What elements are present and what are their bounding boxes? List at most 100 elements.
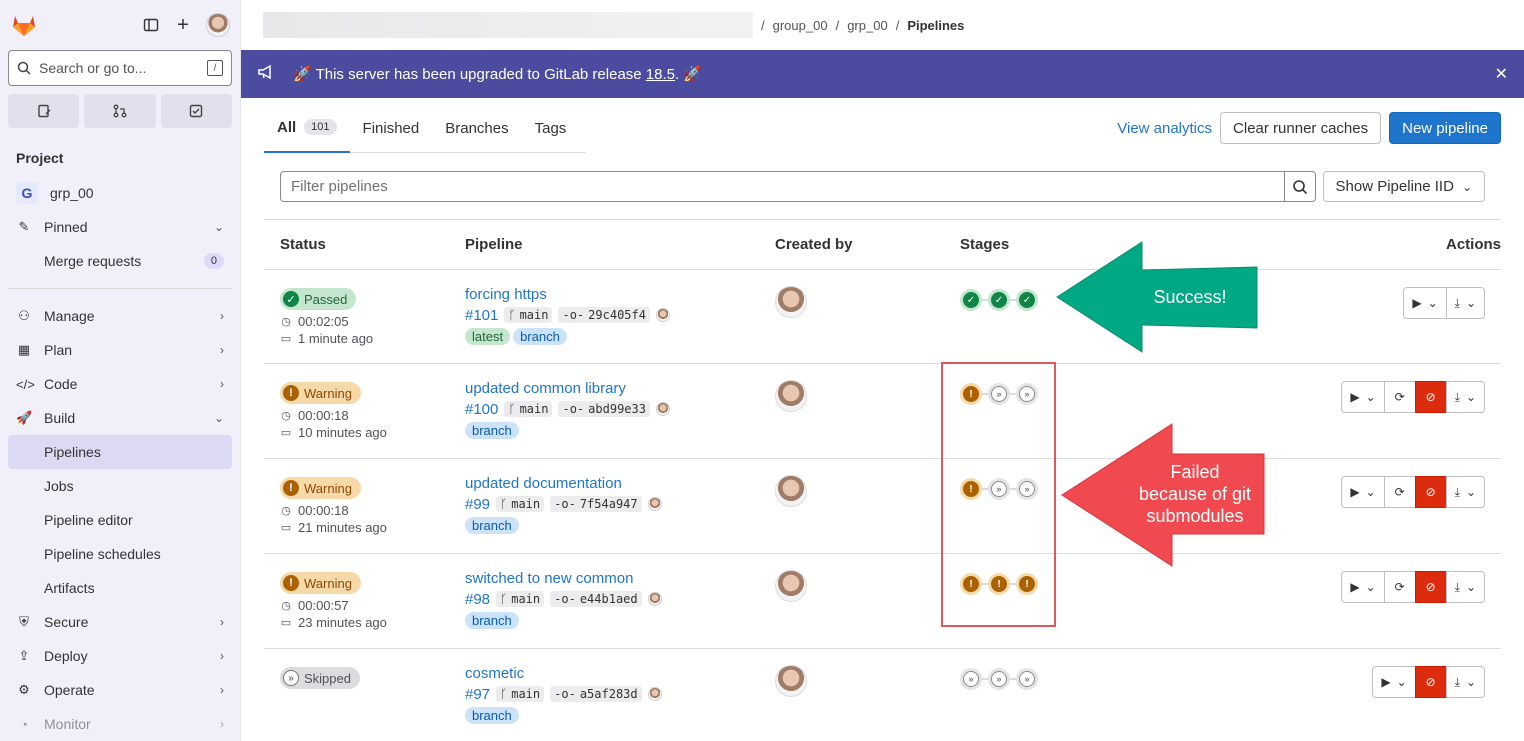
- cancel-button[interactable]: ⊘: [1414, 666, 1447, 698]
- status-badge[interactable]: ✓ Passed: [280, 288, 357, 310]
- download-artifacts-button[interactable]: ⤓ ⌄: [1445, 666, 1485, 698]
- download-artifacts-button[interactable]: ⤓ ⌄: [1445, 381, 1485, 413]
- run-manual-job-button[interactable]: ▶ ⌄: [1372, 666, 1416, 698]
- commit-author-avatar[interactable]: [655, 308, 670, 322]
- sidebar-item-manage[interactable]: ⚇ Manage ›: [0, 299, 240, 333]
- duration-text: 00:00:18: [298, 503, 349, 518]
- commit-author-avatar[interactable]: [647, 687, 662, 701]
- stage-skipped[interactable]: »: [988, 668, 1010, 690]
- run-manual-job-button[interactable]: ▶ ⌄: [1341, 476, 1385, 508]
- commit-sha[interactable]: -o-e44b1aed: [550, 591, 642, 607]
- pipeline-title-link[interactable]: cosmetic: [465, 665, 662, 684]
- download-artifacts-button[interactable]: ⤓ ⌄: [1445, 571, 1485, 603]
- pipeline-id-link[interactable]: #100: [465, 401, 498, 418]
- creator-avatar[interactable]: [775, 380, 807, 412]
- finished-time: ▭ 10 minutes ago: [280, 424, 387, 441]
- breadcrumb-project[interactable]: grp_00: [847, 18, 887, 33]
- branch-ref[interactable]: ᚴ main: [504, 401, 553, 417]
- retry-button[interactable]: ⟳: [1383, 476, 1416, 508]
- stage-skipped[interactable]: »: [960, 668, 982, 690]
- cancel-button[interactable]: ⊘: [1414, 381, 1447, 413]
- plus-icon[interactable]: +: [174, 14, 192, 36]
- creator-avatar[interactable]: [775, 665, 807, 697]
- commit-author-avatar[interactable]: [647, 497, 662, 511]
- commit-sha[interactable]: -o-a5af283d: [550, 686, 642, 702]
- sidebar-item-jobs[interactable]: Jobs: [0, 469, 240, 503]
- sidebar-item-merge-requests[interactable]: Merge requests 0: [0, 244, 240, 278]
- cancel-button[interactable]: ⊘: [1414, 476, 1447, 508]
- branch-ref[interactable]: ᚴ main: [496, 591, 545, 607]
- issues-button[interactable]: [8, 94, 80, 128]
- pipeline-id-link[interactable]: #98: [465, 591, 490, 608]
- show-pipeline-iid-dropdown[interactable]: Show Pipeline IID ⌄: [1322, 171, 1485, 202]
- tab-tags[interactable]: Tags: [522, 104, 580, 153]
- pipeline-cell: updated documentation #99 ᚴ main -o- 7f54a…: [465, 475, 662, 534]
- sidebar-item-artifacts[interactable]: Artifacts: [0, 571, 240, 605]
- sidebar-item-secure[interactable]: ⛨ Secure ›: [0, 605, 240, 639]
- sidebar-item-plan[interactable]: ▦ Plan ›: [0, 333, 240, 367]
- sidebar-toggle-icon[interactable]: [142, 16, 160, 34]
- new-pipeline-button[interactable]: New pipeline: [1389, 112, 1501, 144]
- stage-success[interactable]: ✓: [1016, 289, 1038, 311]
- clear-runner-caches-button[interactable]: Clear runner caches: [1220, 112, 1382, 144]
- creator-avatar[interactable]: [775, 570, 807, 602]
- run-manual-job-button[interactable]: ▶ ⌄: [1341, 381, 1385, 413]
- status-badge[interactable]: ! Warning: [280, 572, 361, 594]
- cancel-button[interactable]: ⊘: [1414, 571, 1447, 603]
- close-icon[interactable]: ✕: [1495, 64, 1508, 84]
- run-manual-job-button[interactable]: ▶ ⌄: [1341, 571, 1385, 603]
- download-artifacts-button[interactable]: ⤓ ⌄: [1445, 287, 1485, 319]
- tab-branches[interactable]: Branches: [432, 104, 521, 153]
- commit-author-avatar[interactable]: [655, 402, 670, 416]
- user-avatar[interactable]: [206, 13, 230, 37]
- retry-button[interactable]: ⟳: [1383, 381, 1416, 413]
- creator-avatar[interactable]: [775, 475, 807, 507]
- stage-skipped[interactable]: »: [1016, 668, 1038, 690]
- status-badge[interactable]: ! Warning: [280, 382, 361, 404]
- pipeline-id-link[interactable]: #99: [465, 496, 490, 513]
- branch-ref[interactable]: ᚴ main: [496, 686, 545, 702]
- creator-avatar[interactable]: [775, 286, 807, 318]
- breadcrumb-group[interactable]: group_00: [773, 18, 828, 33]
- sidebar-item-pipelines[interactable]: Pipelines: [8, 435, 232, 469]
- branch-ref[interactable]: ᚴ main: [496, 496, 545, 512]
- commit-author-avatar[interactable]: [647, 592, 662, 606]
- status-badge[interactable]: ! Warning: [280, 477, 361, 499]
- pipeline-title-link[interactable]: switched to new common: [465, 570, 662, 589]
- sidebar-item-deploy[interactable]: ⇪ Deploy ›: [0, 639, 240, 673]
- sidebar-item-build[interactable]: 🚀 Build ⌄: [0, 401, 240, 435]
- pipeline-id-link[interactable]: #97: [465, 686, 490, 703]
- sidebar-item-pipeline-schedules[interactable]: Pipeline schedules: [0, 537, 240, 571]
- status-badge[interactable]: » Skipped: [280, 667, 360, 689]
- pipeline-title-link[interactable]: updated documentation: [465, 475, 662, 494]
- sidebar-item-pipeline-editor[interactable]: Pipeline editor: [0, 503, 240, 537]
- gitlab-logo-icon[interactable]: [10, 11, 38, 39]
- commit-sha[interactable]: -o- 7f54a947: [550, 496, 642, 512]
- filter-search-button[interactable]: [1284, 171, 1316, 202]
- filter-pipelines-input[interactable]: Filter pipelines: [280, 171, 1284, 202]
- sidebar-item-project[interactable]: G grp_00: [0, 176, 240, 210]
- merge-requests-button[interactable]: [84, 94, 156, 128]
- stage-success[interactable]: ✓: [960, 289, 982, 311]
- commit-sha[interactable]: -o- 29c405f4: [558, 307, 650, 323]
- tab-finished[interactable]: Finished: [350, 104, 433, 153]
- pipeline-id-link[interactable]: #101: [465, 307, 498, 324]
- download-artifacts-button[interactable]: ⤓ ⌄: [1445, 476, 1485, 508]
- sidebar-item-operate[interactable]: ⚙ Operate ›: [0, 673, 240, 707]
- pipeline-title-link[interactable]: updated common library: [465, 380, 670, 399]
- sidebar-item-pinned[interactable]: ✎ Pinned ⌄: [0, 210, 240, 244]
- banner-version-link[interactable]: 18.5: [646, 66, 675, 83]
- jobs-label: Jobs: [44, 478, 74, 494]
- view-analytics-link[interactable]: View analytics: [1117, 120, 1212, 137]
- todo-button[interactable]: [160, 94, 232, 128]
- tab-all[interactable]: All 101: [264, 104, 350, 153]
- search-input[interactable]: Search or go to... /: [8, 50, 232, 86]
- retry-button[interactable]: ⟳: [1383, 571, 1416, 603]
- pipeline-title-link[interactable]: forcing https: [465, 286, 670, 305]
- branch-ref[interactable]: ᚴ main: [504, 307, 553, 323]
- stage-success[interactable]: ✓: [988, 289, 1010, 311]
- commit-sha[interactable]: -o-abd99e33: [558, 401, 650, 417]
- sidebar-item-code[interactable]: </> Code ›: [0, 367, 240, 401]
- sidebar-item-monitor[interactable]: ◔ Monitor ›: [0, 707, 240, 741]
- run-manual-job-button[interactable]: ▶ ⌄: [1403, 287, 1447, 319]
